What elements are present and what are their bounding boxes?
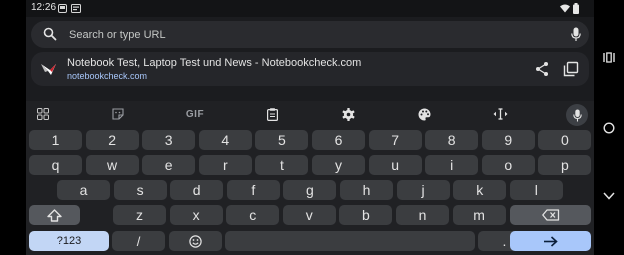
hide-keyboard-icon[interactable] bbox=[603, 192, 615, 200]
text-cursor-icon bbox=[493, 108, 507, 120]
key-1[interactable]: 1 bbox=[29, 130, 82, 150]
search-icon bbox=[43, 27, 57, 41]
suggestion-url: notebookcheck.com bbox=[67, 71, 148, 81]
shift-icon bbox=[47, 208, 62, 222]
key-k[interactable]: k bbox=[453, 180, 507, 200]
sticker-icon bbox=[112, 108, 124, 120]
go-key[interactable] bbox=[510, 231, 591, 251]
battery-icon bbox=[573, 3, 579, 14]
screenshot-icon bbox=[71, 4, 81, 13]
key-w[interactable]: w bbox=[85, 155, 139, 175]
space-key[interactable] bbox=[225, 231, 475, 251]
key-x[interactable]: x bbox=[169, 205, 223, 225]
clipboard-button[interactable] bbox=[264, 105, 280, 123]
apps-grid-button[interactable] bbox=[35, 105, 51, 123]
key-l[interactable]: l bbox=[509, 180, 563, 200]
key-r[interactable]: r bbox=[198, 155, 252, 175]
key-m[interactable]: m bbox=[452, 205, 506, 225]
key-0[interactable]: 0 bbox=[538, 130, 592, 150]
key-u[interactable]: u bbox=[368, 155, 422, 175]
key-9[interactable]: 9 bbox=[481, 130, 535, 150]
search-input[interactable] bbox=[69, 25, 549, 44]
soft-keyboard: GIF 1 2 3 4 5 6 7 8 9 0 q w e r t y u i … bbox=[26, 101, 594, 255]
emoji-icon bbox=[189, 234, 202, 248]
key-a[interactable]: a bbox=[57, 180, 110, 200]
key-o[interactable]: o bbox=[481, 155, 535, 175]
omnibox[interactable] bbox=[31, 21, 589, 48]
key-e[interactable]: e bbox=[142, 155, 196, 175]
home-icon[interactable] bbox=[603, 122, 615, 134]
settings-button[interactable] bbox=[340, 105, 356, 123]
edit-icon[interactable] bbox=[592, 61, 594, 77]
voice-search-icon[interactable] bbox=[571, 27, 581, 42]
key-c[interactable]: c bbox=[226, 205, 280, 225]
key-h[interactable]: h bbox=[340, 180, 393, 200]
key-z[interactable]: z bbox=[113, 205, 166, 225]
theme-button[interactable] bbox=[416, 105, 432, 123]
text-editing-button[interactable] bbox=[492, 105, 508, 123]
key-8[interactable]: 8 bbox=[425, 130, 479, 150]
key-g[interactable]: g bbox=[283, 180, 337, 200]
key-7[interactable]: 7 bbox=[368, 130, 422, 150]
key-3[interactable]: 3 bbox=[142, 130, 196, 150]
symbols-key[interactable]: ?123 bbox=[29, 231, 109, 251]
gif-button[interactable]: GIF bbox=[182, 105, 208, 123]
suggestion-title: Notebook Test, Laptop Test und News - No… bbox=[67, 57, 362, 69]
emoji-key[interactable] bbox=[169, 231, 222, 251]
key-j[interactable]: j bbox=[396, 180, 450, 200]
backspace-key[interactable] bbox=[510, 205, 591, 225]
key-f[interactable]: f bbox=[226, 180, 280, 200]
key-n[interactable]: n bbox=[396, 205, 449, 225]
microphone-icon bbox=[572, 109, 582, 121]
key-4[interactable]: 4 bbox=[198, 130, 252, 150]
recent-apps-icon[interactable] bbox=[603, 52, 615, 63]
key-v[interactable]: v bbox=[282, 205, 336, 225]
suggestion-item[interactable]: Notebook Test, Laptop Test und News - No… bbox=[31, 52, 589, 86]
wifi-icon bbox=[560, 4, 570, 13]
gear-icon bbox=[341, 107, 355, 121]
key-6[interactable]: 6 bbox=[312, 130, 365, 150]
notification-icon bbox=[58, 4, 67, 13]
keyboard-voice-button[interactable] bbox=[566, 104, 588, 126]
key-t[interactable]: t bbox=[255, 155, 309, 175]
palette-icon bbox=[418, 108, 430, 120]
key-b[interactable]: b bbox=[339, 205, 393, 225]
shift-key[interactable] bbox=[29, 205, 80, 225]
share-icon[interactable] bbox=[534, 61, 550, 77]
key-i[interactable]: i bbox=[425, 155, 479, 175]
copy-icon[interactable] bbox=[563, 61, 579, 77]
key-d[interactable]: d bbox=[170, 180, 224, 200]
site-favicon-icon bbox=[41, 64, 56, 75]
backspace-icon bbox=[541, 209, 559, 221]
apps-grid-icon bbox=[37, 108, 49, 120]
arrow-right-icon bbox=[544, 235, 558, 247]
key-5[interactable]: 5 bbox=[255, 130, 309, 150]
key-p[interactable]: p bbox=[538, 155, 592, 175]
slash-key[interactable]: / bbox=[112, 231, 165, 251]
status-time: 12:26 bbox=[31, 2, 57, 13]
status-bar: 12:26 bbox=[26, 0, 594, 17]
sticker-button[interactable] bbox=[110, 105, 126, 123]
clipboard-icon bbox=[266, 107, 278, 121]
key-2[interactable]: 2 bbox=[85, 130, 139, 150]
key-s[interactable]: s bbox=[113, 180, 167, 200]
key-q[interactable]: q bbox=[29, 155, 82, 175]
key-y[interactable]: y bbox=[312, 155, 365, 175]
browser-screen: 12:26 Search or type URL Notebook Test, … bbox=[26, 0, 594, 255]
